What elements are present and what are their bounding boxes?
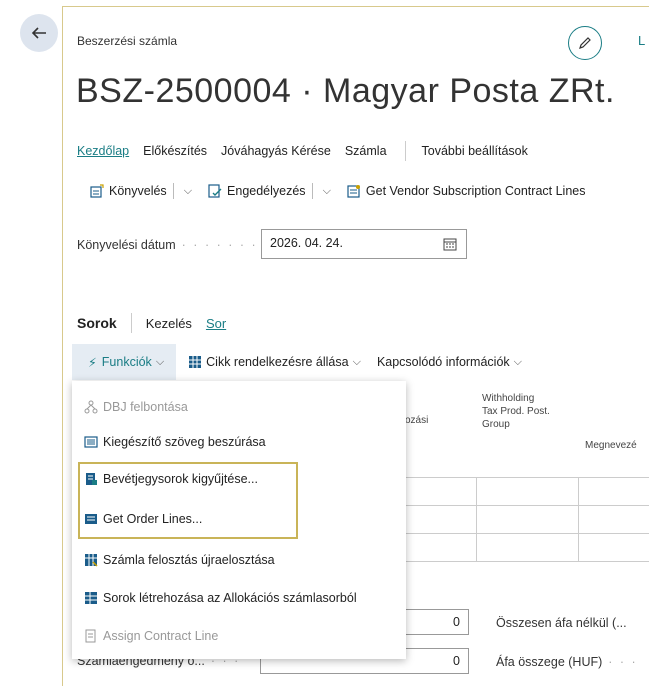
- breadcrumb: Beszerzési számla: [77, 34, 178, 48]
- label-dots: · · ·: [608, 655, 638, 669]
- divider: [172, 183, 174, 199]
- post-label: Könyvelés: [109, 184, 167, 198]
- tab-separator: [404, 141, 406, 161]
- split-icon: [84, 400, 98, 414]
- total-excl-vat-label: Összesen áfa nélkül (...: [496, 616, 627, 630]
- menu-item-label: Assign Contract Line: [103, 629, 219, 643]
- posting-date-label-text: Könyvelési dátum: [77, 238, 176, 252]
- availability-grid-icon: [189, 356, 202, 368]
- related-info-button[interactable]: Kapcsolódó információk ⌵: [377, 355, 522, 369]
- approve-icon: [208, 184, 222, 198]
- grid-col-line: [578, 477, 579, 561]
- tab-manage[interactable]: Kezelés: [146, 316, 192, 331]
- grid-row-line: [388, 533, 649, 534]
- approve-label: Engedélyezés: [227, 184, 306, 198]
- menu-item-label: DBJ felbontása: [103, 400, 188, 414]
- vat-amount-label: Áfa összege (HUF) · · ·: [496, 655, 638, 669]
- menu-item-redistribute[interactable]: Számla felosztás újraelosztása: [84, 553, 275, 567]
- tab-line[interactable]: Sor: [206, 316, 226, 331]
- column-header-description[interactable]: Megnevezé: [585, 440, 637, 451]
- lightning-icon: ⚡: [88, 355, 97, 370]
- menu-item-label: Kiegészítő szöveg beszúrása: [103, 435, 266, 449]
- calendar-icon[interactable]: [443, 237, 457, 251]
- edit-button[interactable]: [568, 26, 602, 60]
- assign-contract-icon: [85, 629, 96, 643]
- approve-button[interactable]: Engedélyezés ⌵: [208, 183, 331, 199]
- vat-amount-label-text: Áfa összege (HUF): [496, 655, 603, 669]
- header-text: Tax Prod. Post.: [482, 406, 550, 417]
- grid-col-line: [476, 477, 477, 561]
- tab-more-options[interactable]: További beállítások: [422, 144, 528, 158]
- chevron-down-icon: ⌵: [352, 355, 361, 368]
- page-title: BSZ-2500004 · Magyar Posta ZRt.: [76, 72, 615, 110]
- get-vendor-contract-lines-button[interactable]: Get Vendor Subscription Contract Lines: [347, 184, 586, 198]
- divider: [311, 183, 313, 199]
- tab-request-approval[interactable]: Jóváhagyás Kérése: [221, 144, 331, 158]
- pencil-icon: [579, 37, 591, 49]
- create-lines-icon: [85, 592, 97, 604]
- grid-row-line: [388, 561, 649, 562]
- item-availability-button[interactable]: Cikk rendelkezésre állása ⌵: [188, 355, 361, 369]
- label-dots: · · · · · · ·: [181, 238, 258, 252]
- chevron-down-icon: ⌵: [155, 355, 165, 368]
- annotation-highlight-box: [78, 462, 298, 539]
- action-bar: Könyvelés ⌵ Engedélyezés ⌵ Get Vendor Su…: [90, 183, 593, 199]
- functions-label: Funkciók: [101, 355, 152, 369]
- item-availability-label: Cikk rendelkezésre állása: [206, 355, 349, 369]
- posting-date-input[interactable]: 2026. 04. 24.: [261, 229, 467, 259]
- chevron-down-icon[interactable]: ⌵: [184, 185, 192, 198]
- edit-partial-label[interactable]: L: [638, 33, 645, 48]
- chevron-down-icon: ⌵: [513, 355, 522, 368]
- related-info-label: Kapcsolódó információk: [376, 355, 510, 369]
- lines-title: Sorok: [77, 315, 117, 331]
- menu-item-create-lines-allocation[interactable]: Sorok létrehozása az Allokációs számlaso…: [84, 591, 357, 605]
- menu-item-label: Számla felosztás újraelosztása: [103, 553, 275, 567]
- frame-top-border: [62, 6, 649, 7]
- tab-home[interactable]: Kezdőlap: [77, 144, 129, 158]
- chevron-down-icon[interactable]: ⌵: [323, 185, 331, 198]
- contract-lines-icon: [347, 185, 360, 198]
- post-button[interactable]: Könyvelés ⌵: [90, 183, 192, 199]
- grid-row-line: [388, 477, 649, 478]
- lines-separator: [130, 313, 132, 333]
- column-header-withholding[interactable]: Withholding Tax Prod. Post. Group: [482, 392, 550, 431]
- arrow-left-icon: [31, 27, 46, 39]
- get-vendor-label: Get Vendor Subscription Contract Lines: [365, 184, 586, 198]
- menu-item-insert-ext-text[interactable]: Kiegészítő szöveg beszúrása: [84, 435, 266, 449]
- header-text: Group: [482, 419, 510, 430]
- lines-header: Sorok Kezelés Sor: [77, 313, 240, 333]
- posting-date-label: Könyvelési dátum · · · · · · ·: [77, 238, 258, 252]
- back-button[interactable]: [20, 14, 58, 52]
- header-text: Withholding: [482, 393, 535, 404]
- frame-left-border: [62, 6, 63, 686]
- menu-item-label: Sorok létrehozása az Allokációs számlaso…: [103, 591, 357, 605]
- menu-item-assign-contract-line: Assign Contract Line: [84, 629, 218, 643]
- action-tabs: Kezdőlap Előkészítés Jóváhagyás Kérése S…: [77, 141, 542, 161]
- tab-invoice[interactable]: Számla: [345, 144, 387, 158]
- post-icon: [90, 184, 104, 198]
- menu-item-dbj-split: DBJ felbontása: [84, 400, 188, 414]
- lines-action-bar: ⚡ Funkciók ⌵ Cikk rendelkezésre állása ⌵…: [72, 344, 649, 380]
- grid-row-line: [388, 505, 649, 506]
- redistribute-icon: [85, 554, 98, 567]
- tab-prepare[interactable]: Előkészítés: [143, 144, 207, 158]
- text-list-icon: [84, 436, 98, 448]
- functions-button[interactable]: ⚡ Funkciók ⌵: [72, 344, 177, 380]
